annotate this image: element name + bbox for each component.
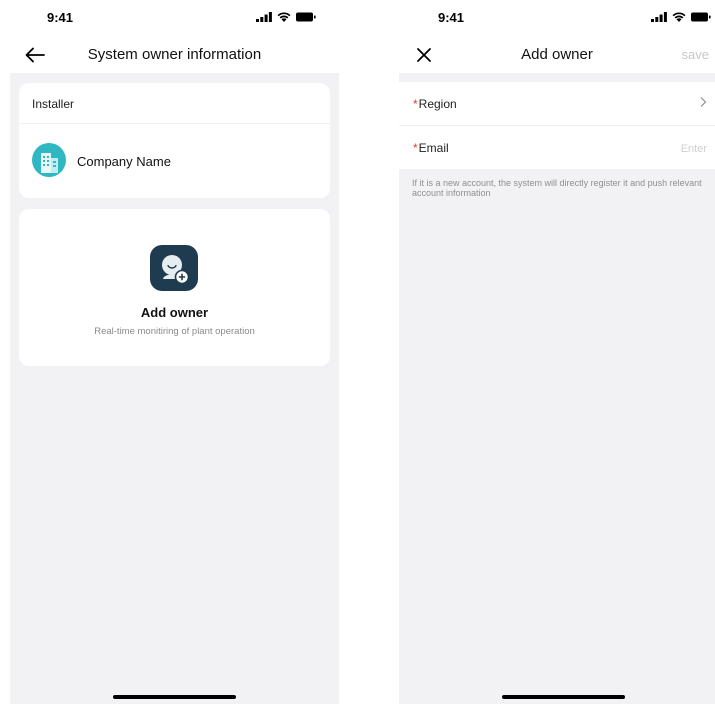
- add-user-icon: [150, 245, 198, 291]
- nav-bar: Add owner save: [399, 36, 715, 74]
- status-time: 9:41: [438, 10, 465, 25]
- email-label-text: Email: [418, 141, 449, 155]
- wifi-icon: [277, 12, 291, 22]
- region-label: *Region: [413, 97, 457, 111]
- region-label-text: Region: [418, 97, 457, 111]
- required-mark: *: [413, 141, 418, 155]
- add-owner-card[interactable]: Add owner Real-time monitiring of plant …: [19, 209, 330, 366]
- status-icons: [651, 12, 711, 22]
- installer-label: Installer: [32, 97, 75, 111]
- email-row: *Email: [399, 125, 715, 169]
- system-owner-screen: 9:41 System owner information Installer: [10, 0, 339, 704]
- battery-icon: [296, 12, 316, 22]
- content-area: *Region *Email If it is a new account, t…: [399, 73, 715, 704]
- home-indicator[interactable]: [113, 695, 236, 699]
- add-owner-title: Add owner: [140, 305, 209, 320]
- chevron-right-icon: [699, 96, 707, 111]
- required-mark: *: [413, 97, 418, 111]
- battery-icon: [691, 12, 711, 22]
- content-area: Installer Company Name Add owner Real-ti…: [10, 73, 339, 704]
- email-label: *Email: [413, 141, 449, 155]
- installer-card: Installer Company Name: [19, 83, 330, 198]
- nav-bar: System owner information: [10, 36, 339, 74]
- signal-icon: [651, 12, 667, 22]
- page-title: Add owner: [521, 46, 593, 63]
- status-bar: 9:41: [10, 0, 339, 36]
- page-title: System owner information: [87, 46, 262, 63]
- status-time: 9:41: [47, 10, 74, 25]
- building-icon: [32, 143, 66, 177]
- signal-icon: [256, 12, 272, 22]
- save-button[interactable]: save: [682, 47, 709, 62]
- add-owner-subtitle: Real-time monitiring of plant operation: [94, 326, 255, 337]
- add-owner-screen: 9:41 Add owner save *Region *Email Enter…: [399, 0, 715, 704]
- owner-form: *Region *Email: [399, 82, 715, 169]
- divider: [19, 123, 330, 124]
- email-field[interactable]: [555, 139, 709, 159]
- status-icons: [256, 12, 316, 22]
- status-bar: 9:41: [399, 0, 715, 36]
- hint-text: If it is a new account, the system will …: [412, 178, 702, 198]
- home-indicator[interactable]: [502, 695, 625, 699]
- company-name: Company Name: [77, 154, 171, 169]
- region-row[interactable]: *Region: [399, 82, 715, 125]
- wifi-icon: [672, 12, 686, 22]
